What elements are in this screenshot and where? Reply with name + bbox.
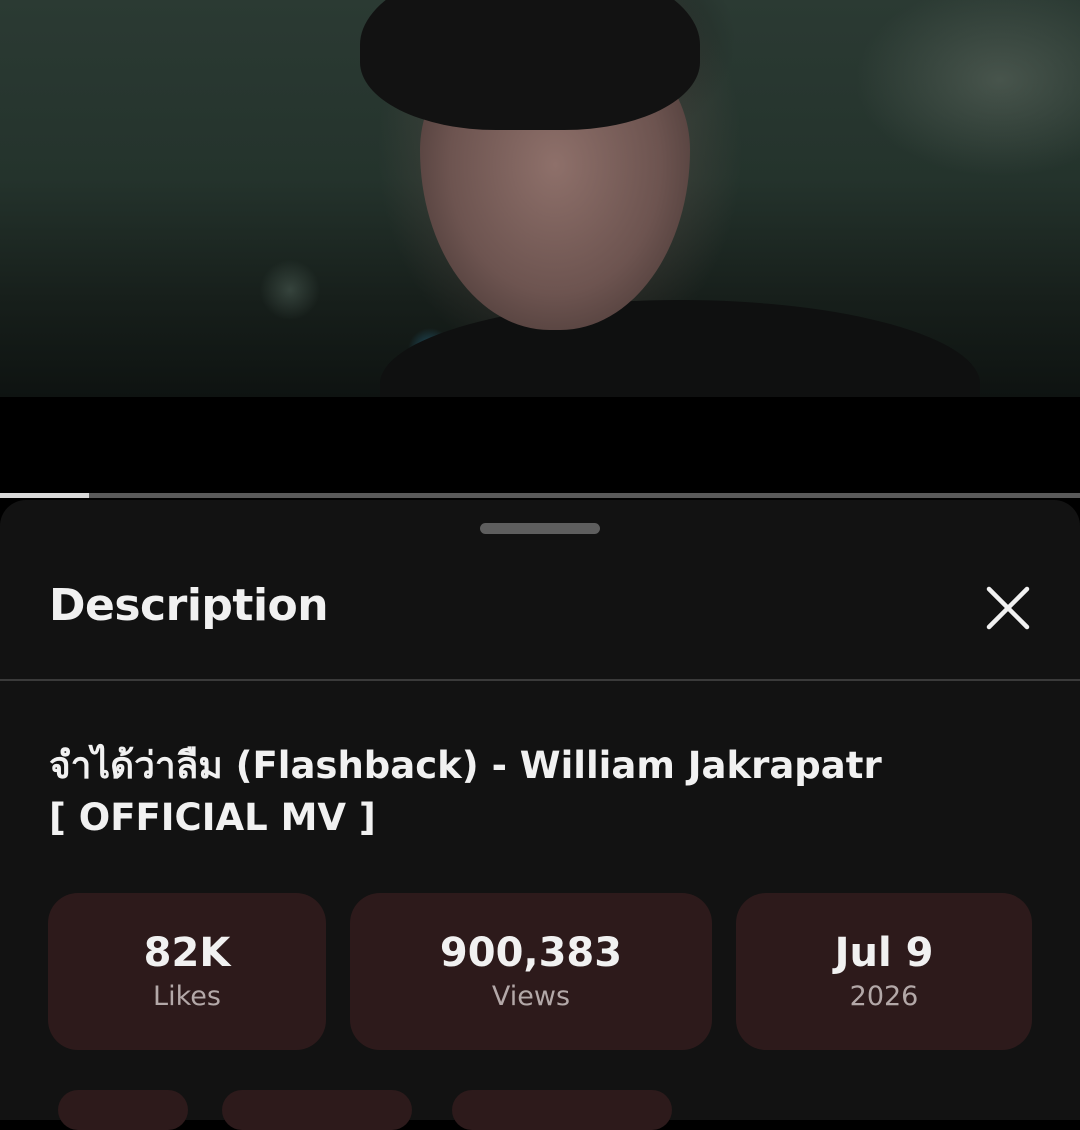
- video-letterbox[interactable]: [0, 397, 1080, 493]
- upload-date-stat: Jul 9 2026: [736, 893, 1032, 1050]
- video-progress-bar[interactable]: [0, 493, 1080, 498]
- description-sheet: Description จำได้ว่าลืม (Flashback) - Wi…: [0, 500, 1080, 1130]
- likes-value: 82K: [143, 929, 231, 976]
- close-icon: [986, 586, 1030, 630]
- views-label: Views: [491, 980, 571, 1012]
- hashtag-chip[interactable]: [58, 1090, 188, 1130]
- hashtag-chip[interactable]: [452, 1090, 672, 1130]
- likes-label: Likes: [153, 980, 221, 1012]
- video-frame-hair: [360, 0, 700, 130]
- views-stat: 900,383 Views: [350, 893, 712, 1050]
- upload-date-value: Jul 9: [834, 929, 934, 976]
- video-title: จำได้ว่าลืม (Flashback) - William Jakrap…: [49, 740, 1029, 844]
- likes-stat: 82K Likes: [48, 893, 326, 1050]
- header-divider: [0, 679, 1080, 681]
- video-player[interactable]: [0, 0, 1080, 397]
- video-progress-fill: [0, 493, 89, 498]
- views-value: 900,383: [439, 929, 623, 976]
- video-title-line-1: จำได้ว่าลืม (Flashback) - William Jakrap…: [49, 744, 882, 787]
- hashtag-chip[interactable]: [222, 1090, 412, 1130]
- upload-year-label: 2026: [849, 980, 919, 1012]
- video-frame-shirt: [380, 300, 980, 397]
- sheet-title: Description: [49, 580, 329, 631]
- video-title-line-2: [ OFFICIAL MV ]: [49, 796, 376, 839]
- close-button[interactable]: [979, 579, 1037, 637]
- drag-handle[interactable]: [480, 523, 600, 534]
